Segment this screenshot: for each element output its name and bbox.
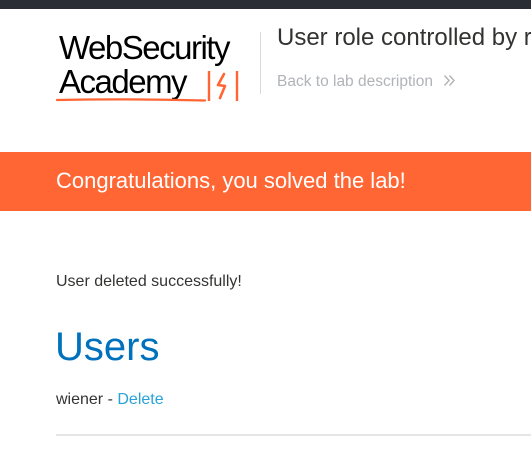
lightning-bolt-bracket-icon xyxy=(207,71,239,101)
page-title: Users xyxy=(55,325,160,369)
username: wiener xyxy=(56,391,104,408)
user-list-item: wiener - Delete xyxy=(56,390,164,410)
browser-top-bar xyxy=(0,0,531,9)
status-message: User deleted successfully! xyxy=(56,273,242,290)
user-separator: - xyxy=(103,391,118,408)
solved-banner-text: Congratulations, you solved the lab! xyxy=(56,168,406,193)
page: WebSecurity Academy User role controlled… xyxy=(0,0,531,475)
logo-text-line1: WebSecurity xyxy=(59,29,230,66)
section-divider xyxy=(56,434,531,436)
delete-user-link[interactable]: Delete xyxy=(117,391,163,408)
back-to-lab-description-link[interactable]: Back to lab description xyxy=(277,72,456,92)
header-divider xyxy=(260,32,261,94)
back-link-label: Back to lab description xyxy=(277,73,433,90)
web-security-academy-logo[interactable]: WebSecurity Academy xyxy=(56,28,260,104)
logo-text-line2: Academy xyxy=(59,63,188,100)
lab-title: User role controlled by r xyxy=(277,24,531,51)
logo-underline xyxy=(56,98,206,102)
double-chevron-right-icon xyxy=(444,75,456,86)
